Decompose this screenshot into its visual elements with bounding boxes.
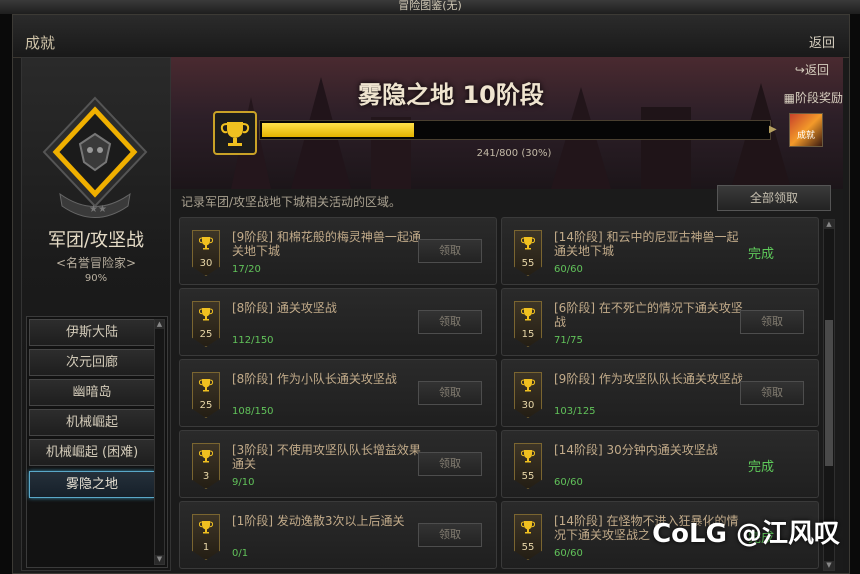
- achievement-title: [14阶段] 和云中的尼亚古神兽一起通关地下城: [554, 230, 739, 258]
- trophy-icon: 15: [514, 301, 542, 347]
- progress-end-arrow-icon: ▶: [769, 124, 777, 135]
- trophy-icon: 55: [514, 443, 542, 489]
- achievement-claim-button[interactable]: 领取: [418, 452, 482, 476]
- category-title: 军团/攻坚战: [47, 230, 145, 251]
- window-title: 冒险图鉴(无): [0, 0, 860, 14]
- achievement-points: 3: [202, 471, 210, 482]
- stage-reward-icon[interactable]: 成就: [789, 113, 823, 147]
- scroll-up-icon[interactable]: ▲: [155, 320, 164, 329]
- achievement-card: 55 [14阶段] 和云中的尼亚古神兽一起通关地下城 60/60 完成: [501, 217, 819, 285]
- trophy-icon: [213, 111, 257, 155]
- trophy-icon: 55: [514, 230, 542, 276]
- stage-reward-button[interactable]: ▦阶段奖励: [784, 89, 843, 106]
- achievement-points: 30: [199, 258, 213, 269]
- region-item-machine-rise-hard[interactable]: 机械崛起 (困难): [29, 439, 155, 466]
- trophy-icon: 30: [192, 230, 220, 276]
- region-panel: 雾隐之地 10阶段 ↪返回 ▦阶段奖励 ▶ 成就 241/800 (30%) 记…: [171, 57, 843, 571]
- trophy-icon: 1: [192, 514, 220, 560]
- region-progress-text: 241/800 (30%): [476, 148, 552, 159]
- region-item-dimension-corridor[interactable]: 次元回廊: [29, 349, 155, 376]
- achievement-title: [3阶段] 不使用攻坚队队长增益效果通关: [232, 443, 421, 471]
- region-list-scrollbar[interactable]: ▲ ▼: [154, 319, 165, 565]
- achievement-progress: 112/150: [232, 335, 274, 346]
- achievement-claim-button[interactable]: 领取: [740, 381, 804, 405]
- achievement-claim-button[interactable]: 领取: [740, 310, 804, 334]
- achievement-card: 55 [14阶段] 30分钟内通关攻坚战 60/60 完成: [501, 430, 819, 498]
- achievement-title: [8阶段] 通关攻坚战: [232, 301, 337, 315]
- region-title: 雾隐之地 10阶段: [358, 81, 544, 109]
- achievement-progress: 60/60: [554, 548, 583, 559]
- achievement-points: 25: [199, 400, 213, 411]
- achievement-progress: 103/125: [554, 406, 596, 417]
- watermark: CoLG @江风叹: [652, 519, 840, 549]
- trophy-icon: 3: [192, 443, 220, 489]
- achievement-progress: 71/75: [554, 335, 583, 346]
- header-back-button[interactable]: 返回: [809, 32, 835, 51]
- region-item-isys[interactable]: 伊斯大陆: [29, 319, 155, 346]
- claim-all-button[interactable]: 全部领取: [717, 185, 831, 211]
- trophy-icon: 30: [514, 372, 542, 418]
- region-progress-fill: [262, 123, 414, 137]
- category-panel: ★★ 军团/攻坚战 <名誉冒险家> 90% 伊斯大陆 次元回廊 幽暗岛 机械崛起…: [21, 57, 171, 571]
- achievement-points: 25: [199, 329, 213, 340]
- achievement-points: 55: [521, 471, 535, 482]
- achievement-title: [6阶段] 在不死亡的情况下通关攻坚战: [554, 301, 743, 329]
- region-back-label: 返回: [804, 63, 829, 77]
- scrollbar-thumb[interactable]: [825, 320, 833, 466]
- achievement-card: 30 [9阶段] 和棉花般的梅灵神兽一起通关地下城 17/20 领取: [179, 217, 497, 285]
- achievement-title: [14阶段] 30分钟内通关攻坚战: [554, 443, 718, 457]
- category-subtitle: <名誉冒险家>: [55, 256, 137, 270]
- achievement-card: 25 [8阶段] 通关攻坚战 112/150 领取: [179, 288, 497, 356]
- achievement-window: 成就 返回 ★★ 军团/攻坚战 <名誉冒险家> 90% 伊斯大陆 次元回廊 幽暗…: [12, 14, 850, 574]
- scroll-down-icon[interactable]: ▼: [824, 561, 834, 570]
- achievement-card: 3 [3阶段] 不使用攻坚队队长增益效果通关 9/10 领取: [179, 430, 497, 498]
- achievement-card: 15 [6阶段] 在不死亡的情况下通关攻坚战 71/75 领取: [501, 288, 819, 356]
- region-description: 记录军团/攻坚战地下城相关活动的区域。: [181, 195, 402, 209]
- header-title: 成就: [25, 34, 56, 52]
- region-back-button[interactable]: ↪返回: [795, 61, 829, 78]
- achievement-points: 30: [521, 400, 535, 411]
- achievement-title: [9阶段] 和棉花般的梅灵神兽一起通关地下城: [232, 230, 421, 258]
- region-progress-bar: [259, 120, 771, 140]
- region-item-dark-island[interactable]: 幽暗岛: [29, 379, 155, 406]
- achievement-progress: 9/10: [232, 477, 255, 488]
- trophy-icon: 25: [192, 301, 220, 347]
- achievement-claim-button[interactable]: 领取: [418, 310, 482, 334]
- achievement-title: [9阶段] 作为攻坚队队长通关攻坚战: [554, 372, 743, 386]
- achievement-points: 55: [521, 258, 535, 269]
- achievement-claim-button[interactable]: 领取: [418, 381, 482, 405]
- achievement-progress: 0/1: [232, 548, 249, 559]
- region-list: 伊斯大陆 次元回廊 幽暗岛 机械崛起 机械崛起 (困难) 雾隐之地 ▲ ▼: [26, 316, 168, 568]
- achievement-points: 15: [521, 329, 535, 340]
- category-percent: 90%: [84, 273, 108, 284]
- achievement-points: 1: [202, 542, 210, 553]
- achievement-card: 1 [1阶段] 发动逸散3次以上后通关 0/1 领取: [179, 501, 497, 569]
- achievement-claim-button[interactable]: 领取: [418, 523, 482, 547]
- achievement-complete-label: 完成: [748, 247, 775, 262]
- region-banner: 雾隐之地 10阶段 ↪返回 ▦阶段奖励 ▶ 成就 241/800 (30%): [171, 57, 843, 189]
- achievement-title: [8阶段] 作为小队长通关攻坚战: [232, 372, 397, 386]
- achievement-complete-label: 完成: [748, 460, 775, 475]
- trophy-icon: 25: [192, 372, 220, 418]
- achievement-card: 30 [9阶段] 作为攻坚队队长通关攻坚战 103/125 领取: [501, 359, 819, 427]
- scroll-up-icon[interactable]: ▲: [824, 220, 834, 229]
- svg-text:★★: ★★: [89, 204, 107, 215]
- category-emblem-icon: ★★: [42, 96, 148, 218]
- achievement-title: [1阶段] 发动逸散3次以上后通关: [232, 514, 405, 528]
- stage-reward-label: 阶段奖励: [794, 91, 843, 105]
- header: 成就 返回: [13, 15, 849, 58]
- achievement-progress: 17/20: [232, 264, 261, 275]
- achievement-card: 25 [8阶段] 作为小队长通关攻坚战 108/150 领取: [179, 359, 497, 427]
- scroll-down-icon[interactable]: ▼: [155, 555, 164, 564]
- achievement-progress: 60/60: [554, 477, 583, 488]
- achievement-points: 55: [521, 542, 535, 553]
- reward-icon-text: 成就: [796, 131, 815, 141]
- region-item-mist-land[interactable]: 雾隐之地: [29, 471, 155, 498]
- region-item-machine-rise[interactable]: 机械崛起: [29, 409, 155, 436]
- achievement-progress: 108/150: [232, 406, 274, 417]
- achievement-claim-button[interactable]: 领取: [418, 239, 482, 263]
- achievement-progress: 60/60: [554, 264, 583, 275]
- trophy-icon: 55: [514, 514, 542, 560]
